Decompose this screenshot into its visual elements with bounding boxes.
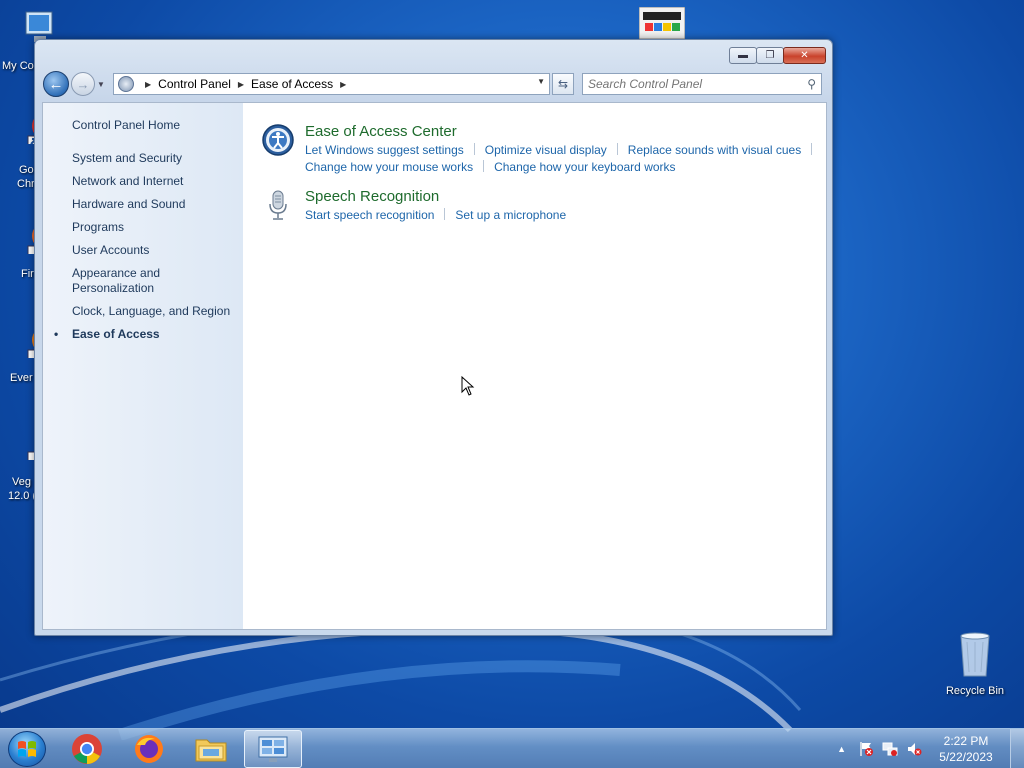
recycle-bin-icon (960, 632, 990, 677)
speech-recognition-title[interactable]: Speech Recognition (305, 188, 566, 206)
control-panel-icon (258, 736, 288, 762)
minimize-button[interactable]: ▬ (729, 47, 757, 64)
volume-muted-icon[interactable] (906, 741, 922, 757)
search-icon[interactable]: ⚲ (807, 77, 816, 91)
refresh-icon: ⇆ (557, 77, 569, 91)
category-speech-recognition: Speech Recognition Start speech recognit… (261, 188, 826, 224)
minimize-icon: ▬ (738, 50, 748, 61)
chrome-icon (72, 734, 102, 764)
link-separator (811, 143, 813, 155)
file-explorer-icon (195, 739, 227, 762)
system-tray: ▲ 2:22 PM 5/22/2023 (837, 729, 1024, 768)
microphone-icon (269, 190, 287, 220)
control-panel-small-icon (118, 76, 134, 92)
recent-pages-button[interactable]: ▼ (97, 80, 109, 89)
restore-icon: ❐ (765, 50, 775, 61)
address-dropdown-icon[interactable]: ▼ (537, 77, 545, 86)
desktop-label-computer: My Co (2, 60, 34, 72)
maximize-button[interactable]: ❐ (756, 47, 784, 64)
forward-arrow-icon: → (76, 76, 90, 92)
taskbar-chrome-button[interactable] (58, 730, 116, 768)
desktop-label-everything: Ever (10, 372, 33, 384)
link-separator (616, 143, 618, 155)
sidebar-item-user-accounts[interactable]: User Accounts (43, 243, 243, 258)
category-ease-of-access-center: Ease of Access Center Let Windows sugges… (261, 123, 826, 176)
recycle-bin[interactable]: Recycle Bin (941, 630, 1009, 697)
media-app-icon[interactable] (639, 7, 685, 39)
firefox-icon (135, 735, 163, 763)
let-windows-suggest-settings-link[interactable]: Let Windows suggest settings (305, 143, 464, 157)
breadcrumb-arrow-icon[interactable]: ▶ (145, 80, 151, 89)
show-desktop-button[interactable] (1010, 729, 1024, 768)
change-mouse-link[interactable]: Change how your mouse works (305, 160, 473, 174)
main-pane: Ease of Access Center Let Windows sugges… (243, 103, 826, 629)
clock-time: 2:22 PM (943, 734, 989, 748)
sidebar-item-system-and-security[interactable]: System and Security (43, 151, 243, 166)
action-center-flag-icon[interactable] (858, 741, 874, 757)
back-button[interactable]: ← (43, 71, 69, 97)
breadcrumb-ease-of-access[interactable]: Ease of Access (251, 77, 333, 91)
sidebar-item-network-and-internet[interactable]: Network and Internet (43, 174, 243, 189)
recycle-bin-label: Recycle Bin (945, 685, 1005, 697)
sidebar-item-label: Ease of Access (72, 327, 160, 341)
sidebar-item-appearance-and-personalization[interactable]: Appearance and Personalization (43, 266, 243, 296)
change-keyboard-link[interactable]: Change how your keyboard works (494, 160, 675, 174)
start-button[interactable] (8, 731, 46, 767)
sidebar-item-programs[interactable]: Programs (43, 220, 243, 235)
search-box[interactable]: ⚲ (582, 73, 822, 95)
desktop-label-firefox: Fir (21, 268, 34, 280)
desktop-label-vegas: Veg 12.0 ( (8, 476, 37, 502)
current-bullet-icon: • (54, 327, 59, 341)
ease-of-access-center-title[interactable]: Ease of Access Center (305, 123, 822, 141)
taskbar-firefox-button[interactable] (120, 730, 178, 768)
link-separator (473, 143, 475, 155)
control-panel-home-link[interactable]: Control Panel Home (43, 118, 243, 133)
sidebar-item-hardware-and-sound[interactable]: Hardware and Sound (43, 197, 243, 212)
start-speech-recognition-link[interactable]: Start speech recognition (305, 208, 434, 222)
taskbar-control-panel-button[interactable] (244, 730, 302, 768)
link-separator (483, 160, 485, 172)
refresh-button[interactable]: ⇆ (552, 73, 574, 95)
show-hidden-icons-button[interactable]: ▲ (837, 744, 846, 754)
optimize-visual-display-link[interactable]: Optimize visual display (485, 143, 607, 157)
sidebar-item-ease-of-access: • Ease of Access (43, 327, 243, 342)
control-panel-window[interactable]: ▬ ❐ ✕ ← → ▼ ▶ Control Panel ▶ Ease of Ac… (34, 39, 833, 636)
breadcrumb-control-panel[interactable]: Control Panel (158, 77, 231, 91)
search-input[interactable] (583, 77, 793, 91)
ease-of-access-icon (262, 124, 294, 156)
address-bar[interactable]: ▶ Control Panel ▶ Ease of Access ▶ ▼ (113, 73, 550, 95)
replace-sounds-link[interactable]: Replace sounds with visual cues (628, 143, 801, 157)
set-up-microphone-link[interactable]: Set up a microphone (455, 208, 566, 222)
navigation-bar: ← → ▼ ▶ Control Panel ▶ Ease of Access ▶… (43, 70, 824, 98)
taskbar-explorer-button[interactable] (182, 730, 240, 768)
sidebar-item-clock-language-region[interactable]: Clock, Language, and Region (43, 304, 243, 319)
chevron-down-icon: ▼ (97, 79, 105, 89)
windows-logo-icon (18, 741, 36, 757)
breadcrumb-arrow-icon[interactable]: ▶ (238, 80, 244, 89)
taskbar-clock[interactable]: 2:22 PM 5/22/2023 (930, 733, 1002, 765)
mouse-cursor-icon (461, 376, 475, 396)
breadcrumb-arrow-icon[interactable]: ▶ (340, 80, 346, 89)
back-arrow-icon: ← (48, 75, 64, 93)
network-icon[interactable] (882, 741, 898, 757)
taskbar: ▲ 2:22 PM 5/22/2023 (0, 728, 1024, 768)
forward-button[interactable]: → (71, 72, 95, 96)
left-navigation-pane: Control Panel Home System and Security N… (43, 103, 243, 629)
close-button[interactable]: ✕ (783, 47, 826, 64)
window-controls: ▬ ❐ ✕ (729, 47, 826, 64)
close-icon: ✕ (800, 50, 809, 61)
desktop-label-chrome: Go Chr (17, 164, 35, 190)
link-separator (444, 208, 446, 220)
clock-date: 5/22/2023 (939, 750, 993, 764)
content-area: Control Panel Home System and Security N… (42, 102, 827, 630)
